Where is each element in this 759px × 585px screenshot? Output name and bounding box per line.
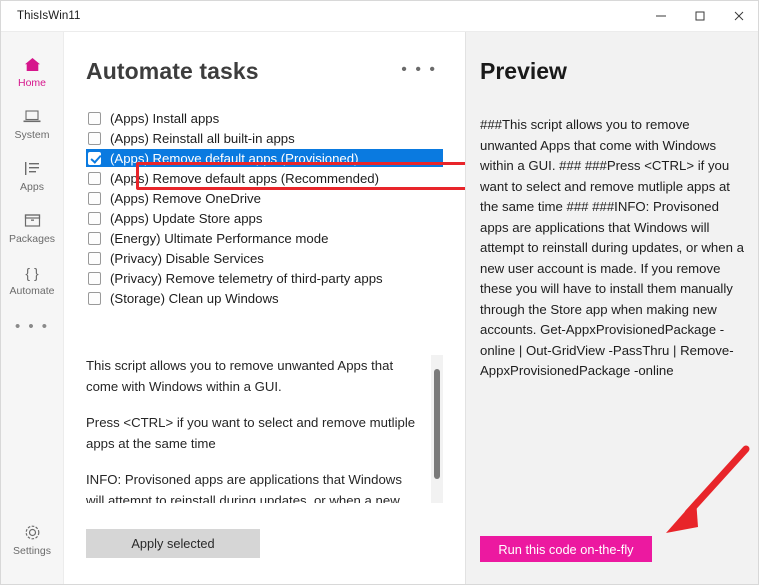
description-text: This script allows you to remove unwante… xyxy=(86,355,431,503)
apply-selected-button[interactable]: Apply selected xyxy=(86,529,260,558)
description-panel: This script allows you to remove unwante… xyxy=(86,355,443,503)
laptop-icon xyxy=(23,107,41,126)
content-header: Automate tasks • • • xyxy=(64,32,465,85)
task-row[interactable]: (Apps) Reinstall all built-in apps xyxy=(86,129,443,147)
task-checkbox[interactable] xyxy=(88,291,101,305)
sidebar-item-system[interactable]: System xyxy=(1,98,63,150)
close-icon[interactable] xyxy=(719,1,758,31)
task-label: (Energy) Ultimate Performance mode xyxy=(110,230,329,246)
description-scrollbar[interactable] xyxy=(431,355,443,503)
description-paragraph: INFO: Provisoned apps are applications t… xyxy=(86,472,402,503)
task-row[interactable]: (Apps) Install apps xyxy=(86,109,443,127)
task-list[interactable]: (Apps) Install apps (Apps) Reinstall all … xyxy=(86,109,443,355)
description-paragraph: Press <CTRL> if you want to select and r… xyxy=(86,415,416,451)
task-checkbox[interactable] xyxy=(88,131,101,145)
run-code-button[interactable]: Run this code on-the-fly xyxy=(480,536,652,562)
sidebar-item-label: System xyxy=(14,129,50,141)
task-checkbox[interactable] xyxy=(88,251,101,265)
task-label: (Apps) Remove default apps (Provisioned) xyxy=(110,150,359,166)
task-row[interactable]: (Storage) Clean up Windows xyxy=(86,289,443,307)
minimize-icon[interactable] xyxy=(641,1,680,31)
sidebar-item-automate[interactable]: { } Automate xyxy=(1,254,63,306)
task-checkbox[interactable] xyxy=(88,171,101,185)
sidebar-item-label: Packages xyxy=(8,233,56,245)
sidebar-item-label: Settings xyxy=(13,545,51,557)
task-checkbox[interactable] xyxy=(88,231,101,245)
task-label: (Privacy) Disable Services xyxy=(110,250,264,266)
task-label: (Storage) Clean up Windows xyxy=(110,290,279,306)
sidebar-item-home[interactable]: Home xyxy=(1,46,63,98)
sidebar-item-apps[interactable]: Apps xyxy=(1,150,63,202)
task-row[interactable]: (Apps) Remove default apps (Recommended) xyxy=(86,169,443,187)
sidebar: Home System Apps Packages {} Automate •… xyxy=(1,32,64,584)
maximize-icon[interactable] xyxy=(680,1,719,31)
list-icon xyxy=(23,159,41,178)
sidebar-item-settings[interactable]: Settings xyxy=(1,514,63,566)
window-controls xyxy=(641,1,758,31)
sidebar-item-label: Home xyxy=(17,77,46,89)
task-row[interactable]: (Apps) Remove default apps (Provisioned) xyxy=(86,149,443,167)
sidebar-item-packages[interactable]: Packages xyxy=(1,202,63,254)
braces-icon: { } xyxy=(23,263,41,282)
app-window: ThisIsWin11 Home System Apps Packages {… xyxy=(0,0,759,585)
overflow-menu-icon[interactable]: • • • xyxy=(395,58,443,79)
description-paragraph: This script allows you to remove unwante… xyxy=(86,358,394,394)
task-checkbox[interactable] xyxy=(88,191,101,205)
task-row[interactable]: (Energy) Ultimate Performance mode xyxy=(86,229,443,247)
window-title: ThisIsWin11 xyxy=(17,10,81,22)
task-row[interactable]: (Privacy) Remove telemetry of third-part… xyxy=(86,269,443,287)
gear-icon xyxy=(24,523,41,542)
scrollbar-thumb[interactable] xyxy=(434,369,440,479)
sidebar-item-label: Apps xyxy=(20,181,44,193)
task-label: (Apps) Remove OneDrive xyxy=(110,190,261,206)
main-content: Automate tasks • • • (Apps) Install apps… xyxy=(64,32,531,584)
preview-title: Preview xyxy=(480,58,567,84)
task-label: (Apps) Reinstall all built-in apps xyxy=(110,130,295,146)
run-button-area: Run this code on-the-fly xyxy=(466,536,758,584)
task-row[interactable]: (Apps) Remove OneDrive xyxy=(86,189,443,207)
task-label: (Privacy) Remove telemetry of third-part… xyxy=(110,270,383,286)
box-icon xyxy=(24,211,41,230)
task-row[interactable]: (Apps) Update Store apps xyxy=(86,209,443,227)
sidebar-more-button[interactable]: • • • xyxy=(1,306,63,346)
task-checkbox[interactable] xyxy=(88,111,101,125)
task-label: (Apps) Install apps xyxy=(110,110,220,126)
window-body: Home System Apps Packages {} Automate •… xyxy=(1,32,758,584)
page-title: Automate tasks xyxy=(86,58,259,84)
svg-text:{ }: { } xyxy=(25,265,39,281)
apply-button-area: Apply selected xyxy=(64,503,465,584)
task-checkbox[interactable] xyxy=(88,211,101,225)
task-checkbox[interactable] xyxy=(88,151,101,165)
preview-script-text: ###This script allows you to remove unwa… xyxy=(480,117,744,378)
task-label: (Apps) Remove default apps (Recommended) xyxy=(110,170,380,186)
home-icon xyxy=(24,55,41,74)
task-label: (Apps) Update Store apps xyxy=(110,210,263,226)
task-checkbox[interactable] xyxy=(88,271,101,285)
sidebar-item-label: Automate xyxy=(9,285,55,297)
title-bar: ThisIsWin11 xyxy=(1,1,758,32)
preview-panel: Preview ###This script allows you to rem… xyxy=(465,32,758,584)
task-row[interactable]: (Privacy) Disable Services xyxy=(86,249,443,267)
